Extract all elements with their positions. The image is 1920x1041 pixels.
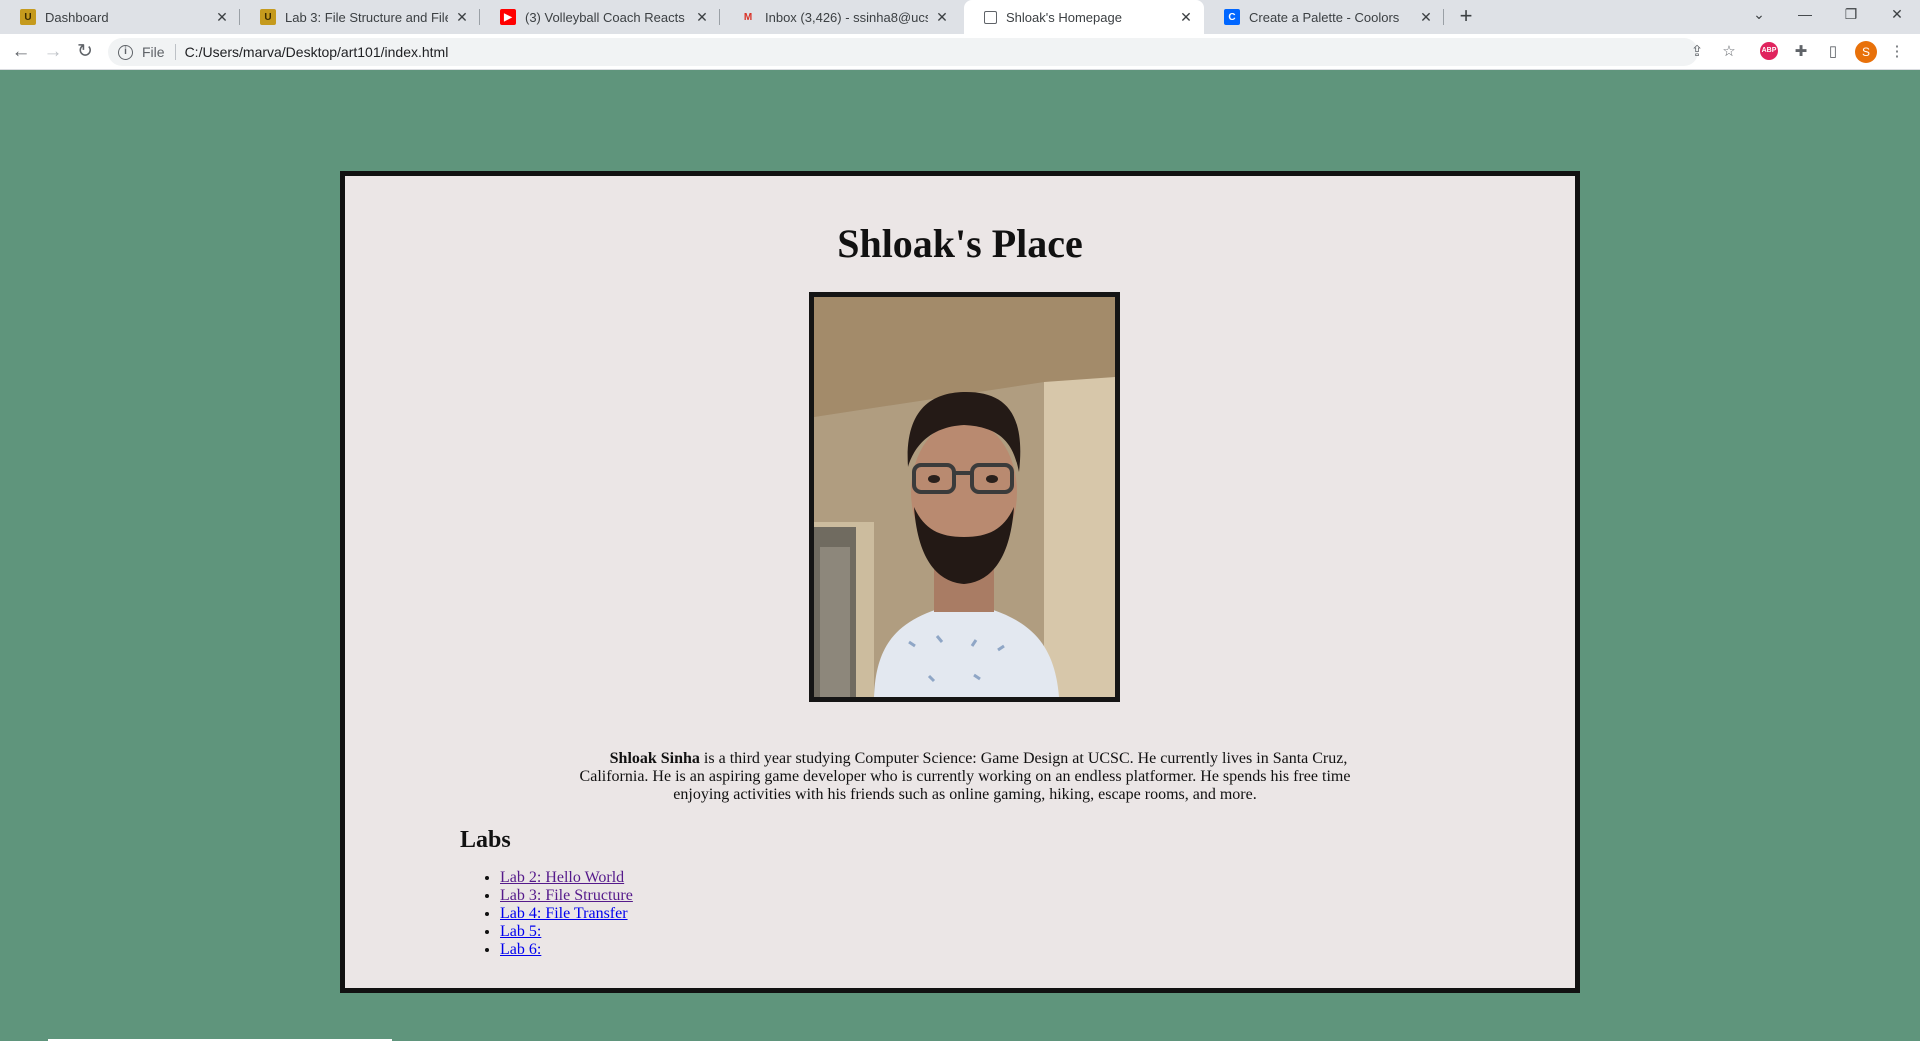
profile-photo xyxy=(809,292,1120,702)
tab-title: Lab 3: File Structure and File Tran xyxy=(285,9,448,25)
profile-photo-image xyxy=(814,297,1115,697)
list-item: Lab 3: File Structure xyxy=(500,887,633,905)
youtube-icon: ▶ xyxy=(500,9,516,25)
minimize-icon[interactable]: — xyxy=(1782,0,1828,28)
tab-gmail[interactable]: M Inbox (3,426) - ssinha8@ucsc.edu ✕ xyxy=(720,0,960,34)
tab-title: Create a Palette - Coolors xyxy=(1249,9,1400,25)
lab-4-link[interactable]: Lab 4: File Transfer xyxy=(500,905,628,922)
address-bar[interactable]: i File C:/Users/marva/Desktop/art101/ind… xyxy=(108,38,1698,66)
tab-title: Inbox (3,426) - ssinha8@ucsc.edu xyxy=(765,9,928,25)
share-icon[interactable]: ⇪ xyxy=(1685,40,1709,64)
new-tab-button[interactable]: + xyxy=(1454,5,1478,29)
tab-strip: U Dashboard ✕ U Lab 3: File Structure an… xyxy=(0,0,1920,34)
lab-2-link[interactable]: Lab 2: Hello World xyxy=(500,869,624,886)
coolors-icon: C xyxy=(1224,9,1240,25)
tab-lab3[interactable]: U Lab 3: File Structure and File Tran ✕ xyxy=(240,0,480,34)
tab-search-icon[interactable]: ⌄ xyxy=(1736,0,1782,28)
info-icon[interactable]: i xyxy=(118,44,133,60)
address-scheme: File xyxy=(142,44,165,60)
side-panel-icon[interactable]: ▯ xyxy=(1821,40,1845,64)
adblock-extension-icon[interactable]: ABP xyxy=(1760,42,1778,60)
extensions-puzzle-icon[interactable]: ✚ xyxy=(1789,40,1813,64)
gmail-icon: M xyxy=(743,11,753,23)
bio-name: Shloak Sinha xyxy=(609,750,700,767)
list-item: Lab 4: File Transfer xyxy=(500,905,633,923)
window-close-icon[interactable]: ✕ xyxy=(1874,0,1920,28)
close-icon[interactable]: ✕ xyxy=(934,9,950,25)
close-icon[interactable]: ✕ xyxy=(694,9,710,25)
tab-title: Dashboard xyxy=(45,9,109,25)
page-title: Shloak's Place xyxy=(837,221,1083,266)
bookmark-star-icon[interactable]: ☆ xyxy=(1717,40,1741,64)
close-icon[interactable]: ✕ xyxy=(1418,9,1434,25)
tab-youtube[interactable]: ▶ (3) Volleyball Coach Reacts to HA ✕ xyxy=(480,0,720,34)
tab-separator xyxy=(1443,9,1444,25)
back-icon[interactable]: ← xyxy=(9,40,33,64)
bio-paragraph: Shloak Sinha is a third year studying Co… xyxy=(573,750,1357,804)
globe-icon xyxy=(984,10,997,24)
forward-icon[interactable]: → xyxy=(41,40,65,64)
list-item: Lab 6: xyxy=(500,941,633,959)
menu-kebab-icon[interactable]: ⋮ xyxy=(1885,40,1909,64)
list-item: Lab 5: xyxy=(500,923,633,941)
close-icon[interactable]: ✕ xyxy=(214,9,230,25)
tab-dashboard[interactable]: U Dashboard ✕ xyxy=(0,0,240,34)
close-icon[interactable]: ✕ xyxy=(1178,9,1194,25)
address-divider xyxy=(174,44,176,60)
lab-6-link[interactable]: Lab 6: xyxy=(500,941,541,958)
labs-list: Lab 2: Hello World Lab 3: File Structure… xyxy=(500,869,633,959)
profile-avatar[interactable]: S xyxy=(1855,41,1877,63)
tab-homepage[interactable]: Shloak's Homepage ✕ xyxy=(964,0,1204,34)
ucsc-icon: U xyxy=(20,9,36,25)
lab-5-link[interactable]: Lab 5: xyxy=(500,923,541,940)
lab-3-link[interactable]: Lab 3: File Structure xyxy=(500,887,633,904)
restore-icon[interactable]: ❐ xyxy=(1828,0,1874,28)
close-icon[interactable]: ✕ xyxy=(454,9,470,25)
labs-heading: Labs xyxy=(460,827,511,853)
address-url[interactable]: C:/Users/marva/Desktop/art101/index.html xyxy=(185,44,449,60)
tab-title: Shloak's Homepage xyxy=(1006,9,1122,25)
tab-coolors[interactable]: C Create a Palette - Coolors ✕ xyxy=(1204,0,1444,34)
list-item: Lab 2: Hello World xyxy=(500,869,633,887)
browser-toolbar: ← → ↻ i File C:/Users/marva/Desktop/art1… xyxy=(0,34,1920,70)
reload-icon[interactable]: ↻ xyxy=(73,40,97,64)
content-card: Shloak's Place Shloak Sinha is a third y… xyxy=(340,171,1580,993)
tab-title: (3) Volleyball Coach Reacts to HA xyxy=(525,9,688,25)
ucsc-icon: U xyxy=(260,9,276,25)
